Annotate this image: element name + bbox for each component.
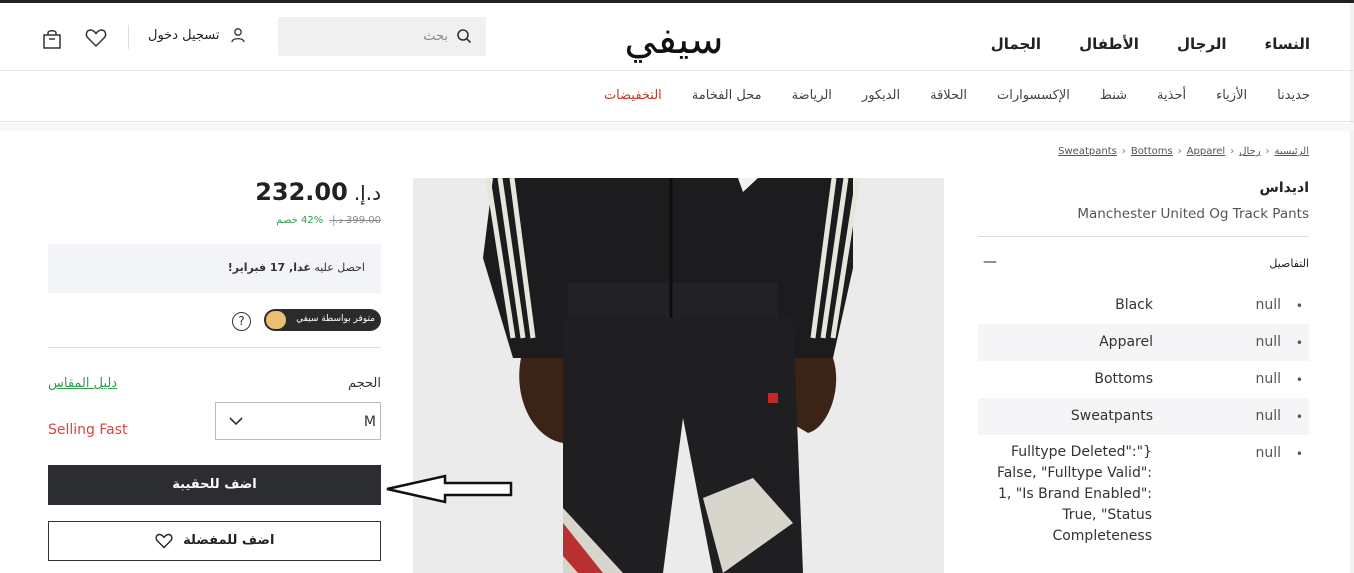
product-image[interactable] bbox=[413, 178, 944, 573]
heart-icon bbox=[155, 533, 173, 548]
selling-fast-label: Selling Fast bbox=[48, 422, 128, 438]
login-link[interactable]: تسجيل دخول bbox=[148, 27, 246, 43]
breadcrumb-apparel[interactable]: Apparel bbox=[1187, 146, 1226, 157]
search-input[interactable]: بحث bbox=[278, 17, 486, 56]
collapse-icon[interactable]: — bbox=[983, 254, 997, 270]
subnav-new[interactable]: جديدنا bbox=[1277, 88, 1310, 103]
breadcrumb-men[interactable]: رجال bbox=[1239, 146, 1260, 157]
product-price: د.إ.232.00 bbox=[255, 178, 381, 206]
old-price: 399.00 د.إ. bbox=[329, 215, 381, 226]
size-label: الحجم bbox=[347, 376, 381, 391]
divider bbox=[978, 236, 1309, 237]
spec-key: null bbox=[1255, 445, 1281, 461]
breadcrumb-home[interactable]: الرئيسية bbox=[1275, 146, 1309, 157]
truck-icon bbox=[266, 311, 286, 329]
spec-value: Apparel bbox=[1099, 334, 1153, 350]
chevron-down-icon bbox=[229, 417, 243, 426]
divider bbox=[48, 347, 381, 348]
spec-row: • null Black bbox=[978, 287, 1309, 324]
search-icon bbox=[457, 29, 472, 44]
breadcrumb: الرئيسية ‹ رجال ‹ Apparel ‹ Bottoms ‹ Sw… bbox=[1058, 146, 1309, 157]
price-value: 232.00 bbox=[255, 178, 348, 206]
bullet-icon: • bbox=[1295, 410, 1303, 424]
breadcrumb-separator: ‹ bbox=[1121, 146, 1126, 157]
wishlist-icon[interactable] bbox=[85, 28, 107, 48]
delivery-prefix: احصل عليه bbox=[314, 261, 365, 274]
breadcrumb-separator: ‹ bbox=[1177, 146, 1182, 157]
spec-value-long: Fulltype Deleted":"} False, "Fulltype Va… bbox=[996, 444, 1152, 544]
subnav-sale[interactable]: التخفيضات bbox=[604, 88, 662, 103]
bullet-icon: • bbox=[1295, 336, 1303, 350]
arrow-annotation-icon bbox=[386, 474, 513, 504]
delivery-date: غدا, 17 فبراير! bbox=[227, 261, 311, 274]
subnav-fashion[interactable]: الأزياء bbox=[1216, 88, 1247, 103]
header-band bbox=[0, 123, 1354, 131]
subnav-grooming[interactable]: الحلاقة bbox=[930, 88, 967, 103]
add-to-wishlist-label: اضف للمفضلة bbox=[183, 533, 275, 548]
site-logo[interactable]: سيفي bbox=[604, 17, 744, 63]
site-header: النساء الرجال الأطفال الجمال سيفي بحث تس… bbox=[0, 3, 1354, 71]
header-divider bbox=[128, 25, 129, 49]
add-to-wishlist-button[interactable]: اضف للمفضلة bbox=[48, 521, 381, 561]
product-brand[interactable]: اديداس bbox=[1260, 180, 1309, 196]
spec-key: null bbox=[1255, 297, 1281, 313]
details-title[interactable]: التفاصيل bbox=[1269, 257, 1309, 270]
breadcrumb-separator: ‹ bbox=[1265, 146, 1270, 157]
bullet-icon: • bbox=[1295, 373, 1303, 387]
delivery-estimate: احصل عليه غدا, 17 فبراير! bbox=[48, 244, 381, 293]
spec-value: Sweatpants bbox=[1070, 408, 1153, 424]
spec-row: • null Apparel bbox=[978, 324, 1309, 361]
subnav-luxury[interactable]: محل الفخامة bbox=[692, 88, 762, 103]
help-icon[interactable]: ? bbox=[232, 312, 251, 331]
bullet-icon: • bbox=[1295, 447, 1303, 461]
search-placeholder: بحث bbox=[423, 29, 448, 44]
fulfilled-label: متوفر بواسطة سيفي bbox=[296, 314, 375, 324]
delivery-text: احصل عليه غدا, 17 فبراير! bbox=[228, 261, 365, 274]
spec-key: null bbox=[1255, 408, 1281, 424]
breadcrumb-separator: ‹ bbox=[1230, 146, 1235, 157]
spec-value: Bottoms bbox=[1094, 371, 1153, 387]
spec-key: null bbox=[1255, 371, 1281, 387]
subnav-shoes[interactable]: أحذية bbox=[1157, 88, 1186, 103]
size-value: M bbox=[363, 414, 376, 430]
fulfilled-badge: متوفر بواسطة سيفي bbox=[264, 309, 381, 331]
logo-text: سيفي bbox=[624, 17, 723, 63]
size-select[interactable]: M bbox=[215, 402, 381, 440]
nav-men[interactable]: الرجال bbox=[1177, 35, 1227, 53]
cart-icon[interactable] bbox=[42, 28, 62, 50]
nav-women[interactable]: النساء bbox=[1265, 35, 1310, 53]
main-nav: النساء الرجال الأطفال الجمال bbox=[953, 35, 1310, 53]
discount-badge: 42% خصم bbox=[276, 215, 324, 226]
user-icon bbox=[230, 28, 245, 43]
breadcrumb-bottoms[interactable]: Bottoms bbox=[1131, 146, 1173, 157]
login-label: تسجيل دخول bbox=[148, 27, 220, 43]
spec-row: • null Sweatpants bbox=[978, 398, 1309, 435]
category-nav: جديدنا الأزياء أحذية شنط الإكسسوارات الح… bbox=[0, 72, 1354, 122]
spec-key: null bbox=[1255, 334, 1281, 350]
product-name: Manchester United Og Track Pants bbox=[1077, 206, 1309, 222]
breadcrumb-sweatpants[interactable]: Sweatpants bbox=[1058, 146, 1117, 157]
bullet-icon: • bbox=[1295, 299, 1303, 313]
subnav-accessories[interactable]: الإكسسوارات bbox=[997, 88, 1070, 103]
spec-row: • null Bottoms bbox=[978, 361, 1309, 398]
subnav-sports[interactable]: الرياضة bbox=[792, 88, 832, 103]
spec-value: Black bbox=[1115, 297, 1153, 313]
subnav-bags[interactable]: شنط bbox=[1100, 88, 1127, 103]
nav-kids[interactable]: الأطفال bbox=[1079, 35, 1139, 53]
nav-beauty[interactable]: الجمال bbox=[991, 35, 1041, 53]
old-price-line: 399.00 د.إ. 42% خصم bbox=[276, 215, 381, 226]
product-photo bbox=[413, 178, 944, 573]
price-currency: د.إ. bbox=[353, 181, 381, 205]
subnav-decor[interactable]: الديكور bbox=[862, 88, 900, 103]
size-guide-link[interactable]: دليل المقاس bbox=[48, 376, 117, 391]
add-to-bag-button[interactable]: اضف للحقيبة bbox=[48, 465, 381, 505]
